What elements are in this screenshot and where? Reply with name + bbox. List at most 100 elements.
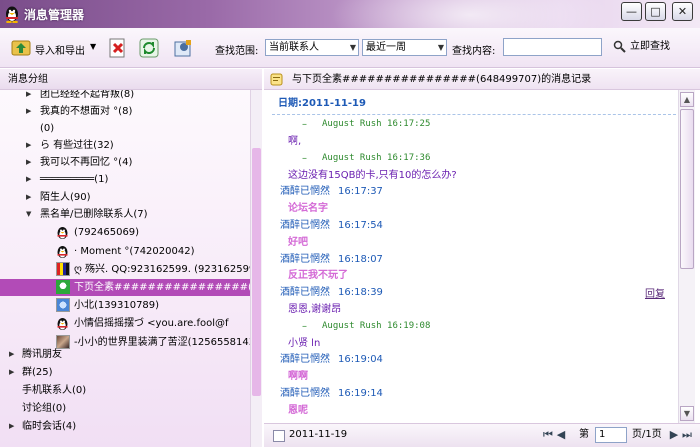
tree-item[interactable]: ▶ ═════════(1) — [0, 171, 250, 188]
tree-item[interactable]: 小情侣摇摇摆づ <you.are.fool@f — [0, 315, 250, 332]
search-button-label: 立即查找 — [630, 41, 670, 52]
expand-icon[interactable]: ▶ — [26, 137, 34, 154]
tree-item[interactable]: ▶ 团已经经不起背叛(8) — [0, 90, 250, 103]
tree-item-label: 下页全素################(648 — [74, 282, 250, 293]
import-export-button[interactable]: 导入和导出 — [35, 42, 85, 57]
title-bar: 消息管理器 — [0, 0, 700, 28]
scroll-up-button[interactable]: ▲ — [680, 92, 694, 107]
date-label: 日期:2011-11-19 — [272, 95, 676, 115]
settings-icon[interactable] — [172, 37, 194, 59]
tree-item[interactable]: ▶ 腾讯朋友 — [0, 346, 250, 363]
message-text: 好吧 — [288, 237, 308, 248]
search-input[interactable] — [503, 38, 602, 56]
prev-page-icon[interactable]: ◀ — [555, 427, 567, 443]
message-sender: 酒醉已惘然 — [280, 220, 330, 231]
tree-scrollbar[interactable] — [250, 90, 262, 447]
message-sender: – — [302, 153, 307, 164]
expand-icon[interactable]: ▶ — [26, 90, 34, 103]
calendar-icon[interactable] — [273, 430, 285, 442]
tree-item[interactable]: ღ 殇兴. QQ:923162599. (923162599) — [0, 261, 250, 278]
message-time: 16:19:04 — [338, 354, 383, 365]
message-sender: 酒醉已惘然 — [280, 287, 330, 298]
chevron-down-icon: ▼ — [437, 43, 444, 52]
time-range-select[interactable]: 最近一周 ▼ — [362, 39, 447, 56]
expand-icon[interactable]: ▶ — [9, 418, 17, 435]
message-scrollbar[interactable]: ▲ ▼ — [678, 90, 695, 423]
message-time: 16:19:14 — [338, 388, 383, 399]
message-meta: 酒醉已惘然 16:17:37 — [272, 183, 676, 200]
message-log: – August Rush 16:17:25 啊, – August Rush 16:1… — [272, 115, 676, 423]
tree-item[interactable]: ▼ 黑名单/已删除联系人(7) — [0, 206, 250, 223]
expand-icon[interactable]: ▶ — [26, 154, 34, 171]
tree-item-label: 黑名单/已删除联系人(7) — [40, 209, 148, 220]
message-content: 啊, — [272, 133, 676, 150]
footer-bar: 2011-11-19 ⏮ ◀ 第 1 页/1页 ▶ ⏭ — [264, 423, 700, 447]
message-content: 恩恩,谢谢昂 — [272, 301, 676, 318]
delete-icon[interactable] — [107, 37, 129, 59]
maximize-button[interactable]: □ — [645, 2, 666, 21]
next-page-icon[interactable]: ▶ — [668, 427, 680, 443]
toolbar: 导入和导出 ▼ 查找范围: 当前联系人 ▼ 最近一周 ▼ 查找内容: 立即查找 — [0, 28, 700, 68]
tree-item-label: ═════════(1) — [40, 174, 109, 185]
message-content: 恩呢 — [272, 402, 676, 419]
avatar — [56, 262, 70, 276]
message-time: August Rush 16:17:25 — [322, 119, 431, 129]
tree-item[interactable]: ▶ 临时会话(4) — [0, 418, 250, 435]
message-sender: 酒醉已惘然 — [280, 254, 330, 265]
close-button[interactable]: ✕ — [672, 2, 693, 21]
tree-item-label: (0) — [40, 123, 55, 134]
chat-record-title: 与下页全素################(648499707)的消息记录 — [292, 74, 592, 85]
message-meta: 酒醉已惘然 16:19:04 — [272, 351, 676, 368]
last-page-icon[interactable]: ⏭ — [681, 427, 693, 443]
reply-link[interactable]: 回复 — [645, 285, 665, 300]
chat-record-header: 与下页全素################(648499707)的消息记录 — [264, 69, 700, 90]
scroll-down-button[interactable]: ▼ — [680, 406, 694, 421]
expand-icon[interactable]: ▶ — [9, 364, 17, 381]
expand-icon[interactable]: ▶ — [26, 189, 34, 206]
tree-item[interactable]: (792465069) — [0, 224, 250, 241]
tree-item-label: ら 有些过往(32) — [40, 140, 114, 151]
tree-item[interactable]: · Moment °(742020042) — [0, 243, 250, 260]
contact-scope-select[interactable]: 当前联系人 ▼ — [265, 39, 359, 56]
scrollbar-thumb[interactable] — [252, 148, 261, 396]
message-time: 16:17:37 — [338, 186, 383, 197]
tree-item-label: 团已经经不起背叛(8) — [40, 90, 135, 100]
tree-item[interactable]: ▶ ら 有些过往(32) — [0, 137, 250, 154]
collapse-icon[interactable]: ▼ — [26, 206, 34, 223]
expand-icon[interactable]: ▶ — [26, 171, 34, 188]
tree-item[interactable]: 小北(139310789) — [0, 297, 250, 314]
scrollbar-thumb[interactable] — [680, 109, 694, 269]
window-title: 消息管理器 — [24, 8, 85, 22]
tree-item[interactable]: (0) — [0, 120, 250, 137]
tree-item[interactable]: ▶ 群(25) — [0, 364, 250, 381]
tree-item[interactable]: ▶ 我真的不想面对 °(8) — [0, 103, 250, 120]
contact-tree: ▶ 团已经经不起背叛(8) ▶ 我真的不想面对 °(8) (0) ▶ ら 有些过往(32) ▶… — [0, 90, 250, 447]
avatar — [56, 298, 70, 312]
qq-penguin-icon — [6, 6, 18, 23]
message-time: August Rush 16:17:36 — [322, 153, 431, 163]
search-button[interactable]: 立即查找 — [612, 39, 670, 56]
tree-item[interactable]: 手机联系人(0) — [0, 382, 250, 399]
refresh-icon[interactable] — [138, 37, 160, 59]
import-export-icon[interactable] — [10, 37, 32, 59]
tree-item-label: 腾讯朋友 — [22, 349, 62, 360]
message-content: 这边没有15QB的卡,只有10的怎么办? — [272, 167, 676, 184]
chevron-down-icon[interactable]: ▼ — [90, 42, 96, 51]
first-page-icon[interactable]: ⏮ — [542, 427, 554, 443]
tree-item-label: 我可以不再回忆 °(4) — [40, 157, 133, 168]
expand-icon[interactable]: ▶ — [26, 103, 34, 120]
message-time: August Rush 16:19:08 — [322, 321, 431, 331]
expand-icon[interactable]: ▶ — [9, 346, 17, 363]
chevron-down-icon: ▼ — [349, 43, 356, 52]
message-meta: – August Rush 16:19:08 — [272, 318, 676, 335]
tree-item[interactable]: 下页全素################(648 — [0, 279, 250, 296]
tree-item-label: 手机联系人(0) — [22, 385, 87, 396]
message-text: 反正我不玩了 — [288, 270, 348, 281]
minimize-button[interactable]: — — [621, 2, 642, 21]
tree-item[interactable]: ▶ 我可以不再回忆 °(4) — [0, 154, 250, 171]
tree-item[interactable]: ▶ 陌生人(90) — [0, 189, 250, 206]
tree-item[interactable]: 讨论组(0) — [0, 400, 250, 417]
message-sender: 酒醉已惘然 — [280, 354, 330, 365]
page-input[interactable]: 1 — [595, 427, 627, 443]
message-text: 恩恩,谢谢昂 — [288, 304, 342, 315]
